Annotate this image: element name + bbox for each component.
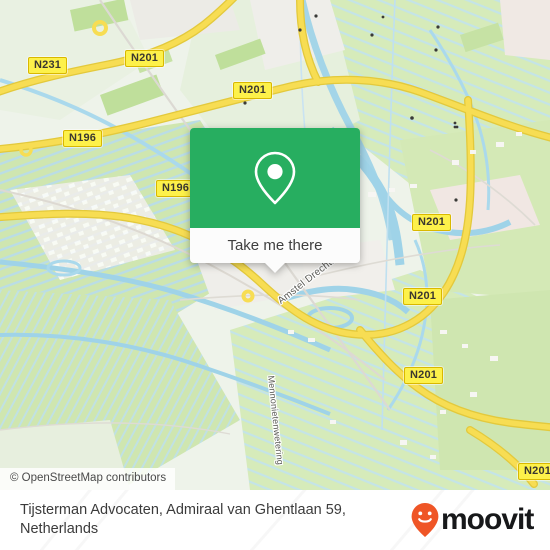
take-me-there-label: Take me there [227,237,323,254]
place-popup-card[interactable]: Take me there [190,128,360,273]
map-canvas[interactable]: N231 N201 N196 N201 N196 N201 N201 N201 N201 Ams… [0,0,550,490]
footer-bar: Tijsterman Advocaten, Admiraal van Ghent… [0,490,550,550]
moovit-logo[interactable]: moovit [410,502,534,538]
road-shield: N201 [412,214,452,231]
road-shield: N201 [518,463,550,480]
moovit-smiley-pin-icon [411,503,439,537]
place-address-line1: Tijsterman Advocaten, Admiraal van Ghent… [20,502,346,518]
map-pin-icon [254,151,296,205]
place-address: Tijsterman Advocaten, Admiraal van Ghent… [20,501,410,539]
popup-icon-panel [190,128,360,228]
moovit-wordmark: moovit [441,503,534,536]
road-shield: N201 [403,288,443,305]
road-shield: N201 [233,82,273,99]
road-shield: N201 [404,367,444,384]
map-page: N231 N201 N196 N201 N196 N201 N201 N201 N201 Ams… [0,0,550,550]
take-me-there-button[interactable]: Take me there [190,228,360,273]
road-shield: N201 [125,50,165,67]
place-address-line2: Netherlands [20,521,99,537]
road-shield: N231 [28,57,68,74]
popup-pointer [265,263,285,273]
osm-attribution[interactable]: © OpenStreetMap contributors [0,468,176,490]
road-shield: N196 [63,130,103,147]
